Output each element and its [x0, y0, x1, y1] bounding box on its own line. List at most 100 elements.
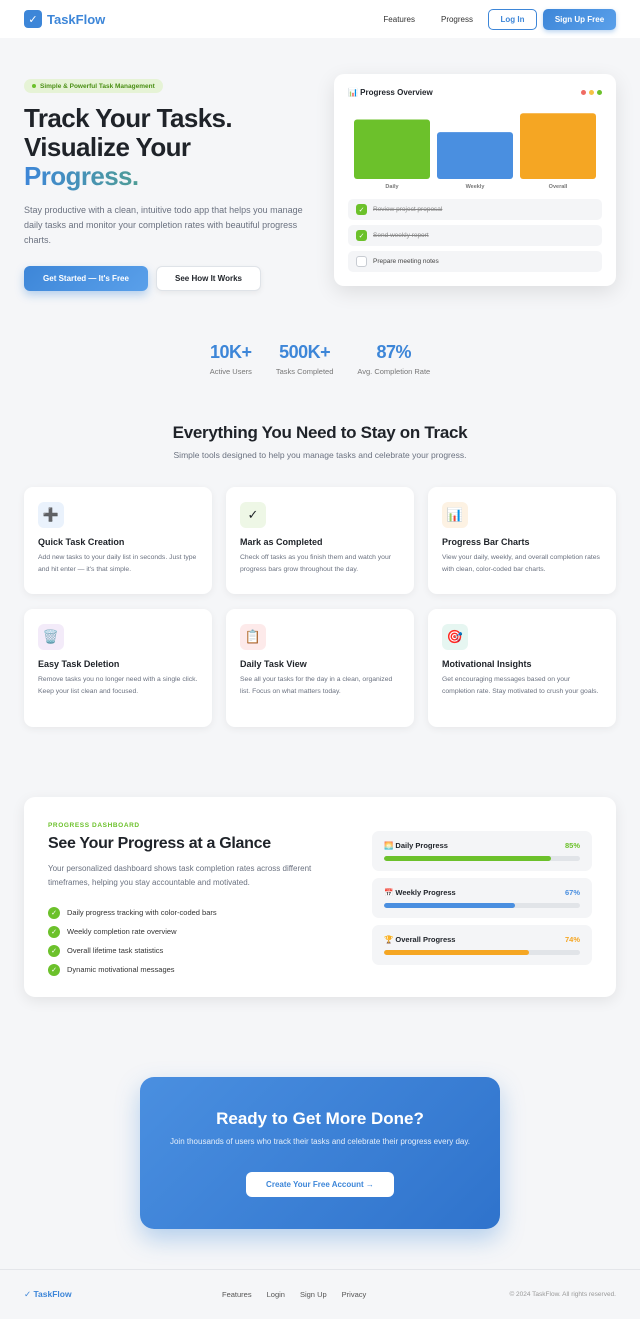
- task-checkbox-checked[interactable]: ✓: [356, 230, 367, 241]
- progress-fill: [384, 856, 551, 861]
- tick-label-overall: Overall: [549, 184, 568, 190]
- sample-task-list: ✓ Review project proposal ✓ Send weekly …: [348, 199, 602, 277]
- footer-logo[interactable]: ✓ TaskFlow: [24, 1289, 72, 1300]
- dashboard-kicker: PROGRESS DASHBOARD: [48, 822, 140, 829]
- footer-link-signup[interactable]: Sign Up: [300, 1290, 327, 1299]
- check-circle-icon: ✓: [48, 925, 60, 938]
- checklist-text: Weekly completion rate overview: [67, 927, 177, 936]
- bar-daily: [354, 119, 430, 179]
- logo[interactable]: ✓ TaskFlow: [24, 10, 105, 28]
- dashboard-title: See Your Progress at a Glance: [48, 835, 271, 852]
- footer: ✓ TaskFlow Features Login Sign Up Privac…: [0, 1269, 640, 1319]
- feature-description: See all your tasks for the day in a clea…: [240, 676, 393, 695]
- daily-progress-box: 🌅 Daily Progress 85%: [372, 831, 592, 871]
- feature-title: Quick Task Creation: [38, 537, 125, 547]
- sample-task[interactable]: ✓ Review project proposal: [348, 199, 602, 220]
- stat-label: Tasks Completed: [275, 367, 334, 376]
- dot-green-icon: [597, 90, 602, 95]
- check-circle-icon: ✓: [48, 906, 60, 919]
- feature-card-progress-bar-charts: 📊 Progress Bar Charts View your daily, w…: [428, 487, 616, 594]
- tick-label-daily: Daily: [385, 184, 399, 190]
- bar-chart-icon: 📊: [442, 502, 468, 528]
- progress-label: 🌅 Daily Progress: [384, 841, 448, 850]
- signup-button[interactable]: Sign Up Free: [543, 8, 616, 30]
- create-account-button[interactable]: Create Your Free Account →: [246, 1172, 394, 1197]
- hero-title-line2: Visualize Your: [24, 132, 191, 162]
- nav-links: Features Progress Log In Sign Up Free: [383, 8, 616, 30]
- feature-title: Motivational Insights: [442, 659, 532, 669]
- hero-badge-text: Simple & Powerful Task Management: [40, 82, 155, 90]
- features-title: Everything You Need to Stay on Track: [172, 423, 468, 442]
- footer-links: Features Login Sign Up Privacy: [222, 1290, 381, 1299]
- checklist-text: Daily progress tracking with color-coded…: [67, 908, 217, 917]
- progress-overview-card: 📊 Progress Overview Daily Weekly Overall ✓…: [334, 74, 616, 286]
- feature-description: Get encouraging messages based on your c…: [442, 676, 599, 695]
- feature-card-mark-completed: ✓ Mark as Completed Check off tasks as y…: [226, 487, 414, 594]
- footer-link-login[interactable]: Login: [267, 1290, 285, 1299]
- nav-link-progress[interactable]: Progress: [441, 15, 473, 24]
- checklist-item: ✓ Daily progress tracking with color-code…: [48, 903, 217, 922]
- dot-yellow-icon: [589, 90, 594, 95]
- stats-row: 10K+ Active Users 500K+ Tasks Completed …: [0, 342, 640, 376]
- footer-link-privacy[interactable]: Privacy: [342, 1290, 367, 1299]
- dashboard-description: Your personalized dashboard shows task c…: [48, 864, 312, 887]
- progress-label: 📅 Weekly Progress: [384, 888, 456, 897]
- stat-tasks-completed: 500K+ Tasks Completed: [276, 342, 334, 376]
- login-button[interactable]: Log In: [488, 8, 537, 30]
- stat-value: 10K+: [210, 342, 252, 362]
- bar-overall: [520, 113, 596, 179]
- progress-fill: [384, 903, 516, 908]
- progress-percent: 67%: [564, 888, 580, 897]
- trash-icon: 🗑️: [38, 624, 64, 650]
- footer-link-features[interactable]: Features: [222, 1290, 252, 1299]
- task-checkbox-checked[interactable]: ✓: [356, 204, 367, 215]
- badge-dot-icon: [32, 84, 36, 88]
- stat-value: 87%: [376, 342, 412, 362]
- task-label: Prepare meeting notes: [373, 258, 439, 265]
- feature-title: Daily Task View: [240, 659, 307, 669]
- progress-track: [384, 950, 580, 955]
- cta-section: Ready to Get More Done? Join thousands o…: [140, 1077, 500, 1229]
- progress-overview-title: 📊 Progress Overview: [348, 88, 433, 97]
- see-how-it-works-button[interactable]: See How It Works: [156, 266, 261, 291]
- feature-description: Remove tasks you no longer need with a s…: [38, 676, 198, 695]
- stat-label: Avg. Completion Rate: [357, 367, 431, 376]
- dot-red-icon: [581, 90, 586, 95]
- feature-title: Progress Bar Charts: [442, 537, 530, 547]
- hero-title: Track Your Tasks. Visualize Your Progres…: [24, 104, 324, 191]
- feature-title: Mark as Completed: [240, 537, 323, 547]
- feature-description: Add new tasks to your daily list in seco…: [38, 554, 197, 573]
- progress-percent: 85%: [564, 841, 580, 850]
- task-checkbox-unchecked[interactable]: [356, 256, 367, 267]
- target-icon: 🎯: [442, 624, 468, 650]
- nav-link-features[interactable]: Features: [383, 15, 415, 24]
- feature-card-motivational-insights: 🎯 Motivational Insights Get encouraging …: [428, 609, 616, 727]
- task-label: Review project proposal: [373, 206, 443, 213]
- progress-label: 🏆 Overall Progress: [384, 935, 456, 944]
- checklist-item: ✓ Dynamic motivational messages: [48, 960, 217, 979]
- cta-title: Ready to Get More Done?: [216, 1109, 424, 1128]
- hero-description: Stay productive with a clean, intuitive …: [24, 205, 303, 245]
- cta-description: Join thousands of users who track their …: [169, 1137, 470, 1146]
- stat-label: Active Users: [209, 367, 252, 376]
- sample-task[interactable]: ✓ Send weekly report: [348, 225, 602, 246]
- top-nav: ✓ TaskFlow Features Progress Log In Sign…: [0, 0, 640, 38]
- checklist-item: ✓ Overall lifetime task statistics: [48, 941, 217, 960]
- progress-fill: [384, 950, 530, 955]
- footer-copyright: © 2024 TaskFlow. All rights reserved.: [509, 1291, 616, 1298]
- feature-title: Easy Task Deletion: [38, 659, 120, 669]
- stat-active-users: 10K+ Active Users: [210, 342, 252, 376]
- task-label: Send weekly report: [373, 232, 429, 239]
- logo-text: TaskFlow: [47, 11, 106, 27]
- get-started-button[interactable]: Get Started — It's Free: [24, 266, 148, 291]
- logo-check-icon: ✓: [24, 10, 42, 28]
- check-icon: ✓: [240, 502, 266, 528]
- sample-task[interactable]: Prepare meeting notes: [348, 251, 602, 272]
- stat-completion-rate: 87% Avg. Completion Rate: [357, 342, 430, 376]
- feature-description: Check off tasks as you finish them and w…: [240, 554, 391, 573]
- progress-track: [384, 903, 580, 908]
- feature-description: View your daily, weekly, and overall com…: [442, 554, 600, 573]
- dashboard-checklist: ✓ Daily progress tracking with color-code…: [48, 903, 217, 979]
- check-circle-icon: ✓: [48, 944, 60, 957]
- checklist-text: Overall lifetime task statistics: [67, 946, 164, 955]
